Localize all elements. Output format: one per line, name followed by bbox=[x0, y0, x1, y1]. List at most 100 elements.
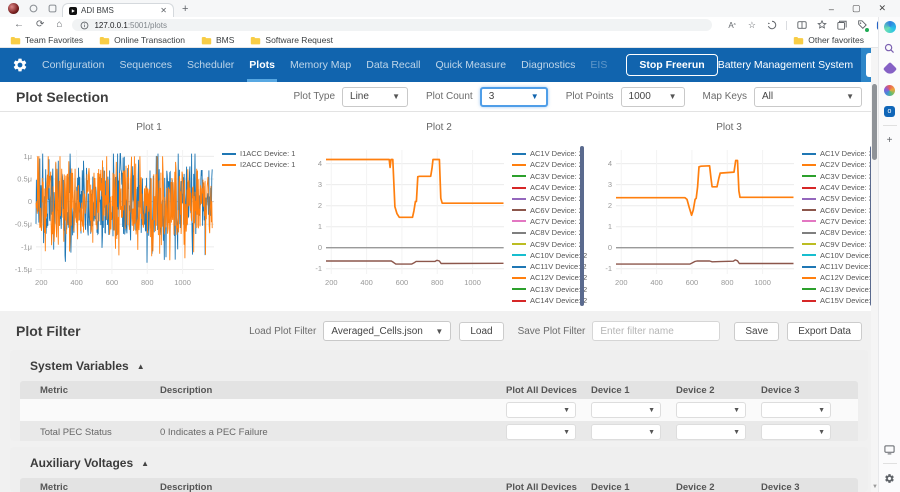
plot-points-select[interactable]: 1000 ▼ bbox=[620, 86, 685, 107]
legend-item[interactable]: AC14V Device: 2 bbox=[512, 295, 587, 306]
legend-item[interactable]: AC7V Device: 2 bbox=[512, 216, 587, 227]
plot-3-block[interactable]: Plot 3 4 3 2 1 0 -1 200 400 600 800 1000 AC1V Devic… bbox=[584, 114, 877, 308]
other-favorites[interactable]: Other favorites bbox=[793, 35, 864, 45]
window-maximize-button[interactable]: ▢ bbox=[852, 3, 861, 14]
favorites-icon[interactable] bbox=[816, 20, 827, 31]
legend-item[interactable]: AC5V Device: 3 bbox=[802, 193, 877, 204]
new-tab-button[interactable]: + bbox=[182, 3, 188, 15]
nav-item-data-recall[interactable]: Data Recall bbox=[366, 48, 420, 82]
export-data-button[interactable]: Export Data bbox=[787, 321, 862, 341]
browser-tab[interactable]: ADI BMS ✕ bbox=[62, 3, 174, 17]
legend-item[interactable]: AC6V Device: 2 bbox=[512, 204, 587, 215]
legend-item[interactable]: AC8V Device: 3 bbox=[802, 227, 877, 238]
legend-item[interactable]: AC11V Device: 3 bbox=[802, 261, 877, 272]
shopping-tag-icon[interactable] bbox=[882, 61, 897, 77]
legend-item[interactable]: AC12V Device: 2 bbox=[512, 272, 587, 283]
browser-essentials-icon[interactable] bbox=[766, 20, 777, 31]
plot-2-chart[interactable]: 4 3 2 1 0 -1200 400 600 800 1000 bbox=[294, 138, 512, 306]
plot-1-block[interactable]: Plot 1 1μ 0.5μ 0 -0.5μ -1μ -1.5μ 200 400 600 800 1… bbox=[4, 114, 296, 308]
legend-item[interactable]: AC9V Device: 3 bbox=[802, 238, 877, 249]
shopping-icon[interactable] bbox=[856, 20, 870, 32]
plot-2-block[interactable]: Plot 2 4 3 2 1 0 -1 200 400 600 800 1000 AC1V Devic… bbox=[294, 114, 587, 308]
read-aloud-icon[interactable]: Aᵃ bbox=[726, 20, 737, 31]
legend-item[interactable]: AC9V Device: 2 bbox=[512, 238, 587, 249]
tab-actions-icon[interactable] bbox=[47, 3, 58, 14]
scrollbar-thumb[interactable] bbox=[872, 84, 877, 160]
nav-item-quick-measure[interactable]: Quick Measure bbox=[436, 48, 507, 82]
nav-item-diagnostics[interactable]: Diagnostics bbox=[521, 48, 575, 82]
settings-gear-icon[interactable] bbox=[12, 57, 28, 73]
site-info-icon[interactable] bbox=[80, 21, 89, 30]
add-sidebar-item-icon[interactable]: + bbox=[883, 133, 897, 147]
home-icon[interactable]: ⌂ bbox=[56, 20, 62, 30]
plot-count-select[interactable]: 3 ▼ bbox=[479, 86, 548, 107]
legend-item[interactable]: AC1V Device: 2 bbox=[512, 148, 587, 159]
legend-item[interactable]: AC3V Device: 2 bbox=[512, 171, 587, 182]
legend-item[interactable]: AC13V Device: 2 bbox=[512, 284, 587, 295]
legend-item[interactable]: AC12V Device: 3 bbox=[802, 272, 877, 283]
legend-item[interactable]: AC4V Device: 2 bbox=[512, 182, 587, 193]
copilot-icon[interactable] bbox=[883, 20, 897, 34]
plot-type-select[interactable]: Line ▼ bbox=[342, 86, 409, 107]
browser-profile-avatar[interactable] bbox=[8, 3, 19, 14]
nav-item-scheduler[interactable]: Scheduler bbox=[187, 48, 234, 82]
device-1-select[interactable]: ▼ bbox=[591, 402, 661, 418]
m365-icon[interactable] bbox=[883, 83, 897, 97]
plot-all-devices-select[interactable]: ▼ bbox=[506, 402, 576, 418]
collapse-arrow-icon[interactable]: ▲ bbox=[141, 459, 149, 468]
legend-item[interactable]: AC10V Device: 3 bbox=[802, 250, 877, 261]
url-field[interactable]: 127.0.0.1 :5001/plots bbox=[72, 19, 713, 31]
nav-item-memory-map[interactable]: Memory Map bbox=[290, 48, 351, 82]
device-3-select[interactable]: ▼ bbox=[761, 424, 831, 440]
nav-item-sequences[interactable]: Sequences bbox=[119, 48, 172, 82]
plot-3-chart[interactable]: 4 3 2 1 0 -1200 400 600 800 1000 bbox=[584, 138, 802, 306]
sidebar-settings-gear-icon[interactable] bbox=[883, 471, 897, 485]
map-keys-select[interactable]: All ▼ bbox=[754, 86, 862, 107]
legend-item[interactable]: AC2V Device: 2 bbox=[512, 159, 587, 170]
legend-item[interactable]: AC10V Device: 2 bbox=[512, 250, 587, 261]
legend-item[interactable]: AC8V Device: 2 bbox=[512, 227, 587, 238]
legend-item[interactable]: AC3V Device: 3 bbox=[802, 171, 877, 182]
device-1-select[interactable]: ▼ bbox=[591, 424, 661, 440]
screenshot-tool-icon[interactable] bbox=[883, 442, 897, 456]
search-icon[interactable] bbox=[883, 41, 897, 55]
page-scrollbar[interactable]: ▼ bbox=[871, 48, 878, 492]
save-button[interactable]: Save bbox=[734, 321, 780, 341]
back-icon[interactable]: ← bbox=[14, 20, 24, 30]
workspaces-icon[interactable] bbox=[28, 3, 39, 14]
bookmark-software-request[interactable]: Software Request bbox=[250, 35, 333, 45]
load-filter-select[interactable]: Averaged_Cells.json ▼ bbox=[323, 321, 452, 341]
legend-item[interactable]: AC15V Device: 3 bbox=[802, 295, 877, 306]
legend-item[interactable]: I2ACC Device: 1 bbox=[222, 159, 295, 170]
device-3-select[interactable]: ▼ bbox=[761, 402, 831, 418]
bookmark-team-favorites[interactable]: Team Favorites bbox=[10, 35, 83, 45]
bookmark-bms[interactable]: BMS bbox=[201, 35, 234, 45]
collections-icon[interactable] bbox=[836, 20, 847, 31]
legend-item[interactable]: AC2V Device: 3 bbox=[802, 159, 877, 170]
legend-item[interactable]: AC6V Device: 3 bbox=[802, 204, 877, 215]
add-favorite-star-icon[interactable]: ☆ bbox=[746, 20, 757, 31]
legend-item[interactable]: AC5V Device: 2 bbox=[512, 193, 587, 204]
legend-item[interactable]: AC1V Device: 3 bbox=[802, 148, 877, 159]
nav-item-eis[interactable]: EIS bbox=[590, 48, 607, 82]
nav-item-plots[interactable]: Plots bbox=[247, 48, 277, 82]
bookmark-online-transaction[interactable]: Online Transaction bbox=[99, 35, 185, 45]
legend-item[interactable]: I1ACC Device: 1 bbox=[222, 148, 295, 159]
nav-item-configuration[interactable]: Configuration bbox=[42, 48, 104, 82]
window-close-button[interactable]: ✕ bbox=[878, 3, 886, 14]
split-screen-icon[interactable] bbox=[796, 20, 807, 31]
legend-item[interactable]: AC11V Device: 2 bbox=[512, 261, 587, 272]
filter-name-input[interactable] bbox=[592, 321, 721, 341]
device-2-select[interactable]: ▼ bbox=[676, 424, 746, 440]
tab-close-icon[interactable]: ✕ bbox=[160, 6, 167, 15]
plot-all-devices-select[interactable]: ▼ bbox=[506, 424, 576, 440]
outlook-icon[interactable]: o bbox=[883, 104, 897, 118]
load-button[interactable]: Load bbox=[459, 321, 504, 341]
collapse-arrow-icon[interactable]: ▲ bbox=[137, 362, 145, 371]
plot-1-chart[interactable]: 1μ 0.5μ 0 -0.5μ -1μ -1.5μ200 400 600 800 1000 bbox=[4, 138, 222, 306]
legend-item[interactable]: AC7V Device: 3 bbox=[802, 216, 877, 227]
window-minimize-button[interactable]: – bbox=[829, 4, 834, 14]
device-2-select[interactable]: ▼ bbox=[676, 402, 746, 418]
legend-item[interactable]: AC13V Device: 3 bbox=[802, 284, 877, 295]
reload-icon[interactable]: ⟳ bbox=[36, 20, 44, 30]
